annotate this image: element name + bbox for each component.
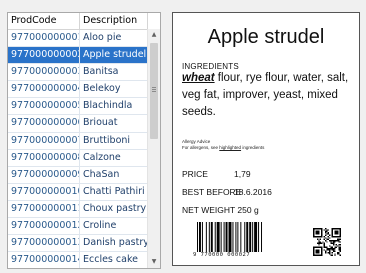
column-header-prodcode[interactable]: ProdCode xyxy=(8,13,80,29)
table-row[interactable]: 977000000002 Apple strudel xyxy=(8,47,148,65)
cell-prodcode[interactable]: 977000000003 xyxy=(8,64,80,81)
vertical-scrollbar[interactable]: ▲ ▼ xyxy=(147,29,160,268)
cell-prodcode[interactable]: 977000000001 xyxy=(8,30,80,47)
allergy-advice-text: For allergens, see highlighted ingredien… xyxy=(182,144,265,150)
cell-prodcode[interactable]: 977000000008 xyxy=(8,149,80,166)
best-before-row: BEST BEFORE 18.6.2016 xyxy=(182,187,272,197)
table-row[interactable]: 977000000011 Choux pastry xyxy=(8,200,148,219)
scroll-up-arrow-icon[interactable]: ▲ xyxy=(148,29,160,41)
cell-description[interactable]: Blachindla xyxy=(80,98,148,115)
table-row[interactable]: 977000000012 Croline xyxy=(8,218,148,236)
label-preview: Apple strudel INGREDIENTS wheat flour, r… xyxy=(172,12,360,266)
cell-prodcode[interactable]: 977000000009 xyxy=(8,166,80,183)
best-before-label: BEST BEFORE xyxy=(182,187,242,197)
scroll-down-arrow-icon[interactable]: ▼ xyxy=(148,256,160,268)
cell-prodcode[interactable]: 977000000005 xyxy=(8,98,80,115)
table-row[interactable]: 977000000013 Danish pastry xyxy=(8,235,148,253)
best-before-value: 18.6.2016 xyxy=(234,187,272,197)
cell-description[interactable]: Banitsa xyxy=(80,64,148,81)
scroll-thumb[interactable] xyxy=(150,43,158,139)
cell-prodcode[interactable]: 977000000013 xyxy=(8,235,80,252)
barcode-icon xyxy=(197,222,263,252)
table-row[interactable]: 977000000003 Banitsa xyxy=(8,64,148,82)
table-row[interactable]: 977000000009 ChaSan xyxy=(8,166,148,184)
table-row[interactable]: 977000000005 Blachindla xyxy=(8,98,148,116)
cell-description[interactable]: Apple strudel xyxy=(80,47,148,64)
qr-code-icon xyxy=(313,228,341,256)
table-row[interactable]: 977000000014 Eccles cake xyxy=(8,252,148,268)
allergen-highlight: wheat xyxy=(182,72,215,84)
cell-prodcode[interactable]: 977000000012 xyxy=(8,218,80,235)
table-row[interactable]: 977000000010 Chatti Pathiri xyxy=(8,183,148,201)
cell-prodcode[interactable]: 977000000014 xyxy=(8,252,80,268)
grip-icon xyxy=(152,87,156,92)
cell-description[interactable]: Bruttiboni xyxy=(80,132,148,149)
barcode-digits: 9 770000 000027 xyxy=(193,252,251,258)
cell-description[interactable]: Briouat xyxy=(80,115,148,132)
app-window: ProdCode Description 977000000001 Aloo pi… xyxy=(0,0,366,273)
grid-header: ProdCode Description xyxy=(8,13,160,30)
net-weight: NET WEIGHT 250 g xyxy=(182,205,259,215)
cell-prodcode[interactable]: 977000000007 xyxy=(8,132,80,149)
table-row[interactable]: 977000000006 Briouat xyxy=(8,115,148,133)
table-row[interactable]: 977000000007 Bruttiboni xyxy=(8,132,148,150)
cell-description[interactable]: ChaSan xyxy=(80,166,148,183)
cell-description[interactable]: Aloo pie xyxy=(80,30,148,47)
ingredients-text: wheat flour, rye flour, water, salt, veg… xyxy=(182,70,360,121)
column-header-description[interactable]: Description xyxy=(80,13,148,29)
cell-description[interactable]: Calzone xyxy=(80,149,148,166)
price-value: 1,79 xyxy=(234,169,251,179)
cell-description[interactable]: Belekoy xyxy=(80,81,148,98)
cell-description[interactable]: Chatti Pathiri xyxy=(80,183,148,200)
table-row[interactable]: 977000000004 Belekoy xyxy=(8,81,148,99)
cell-description[interactable]: Choux pastry xyxy=(80,200,148,218)
label-title: Apple strudel xyxy=(207,26,325,48)
cell-prodcode[interactable]: 977000000004 xyxy=(8,81,80,98)
price-row: PRICE 1,79 xyxy=(182,169,251,179)
cell-prodcode[interactable]: 977000000010 xyxy=(8,183,80,200)
table-row[interactable]: 977000000008 Calzone xyxy=(8,149,148,167)
table-row[interactable]: 977000000001 Aloo pie xyxy=(8,30,148,48)
price-label: PRICE xyxy=(182,169,208,179)
cell-description[interactable]: Croline xyxy=(80,218,148,235)
cell-description[interactable]: Eccles cake xyxy=(80,252,148,268)
allergy-advice: Allergy Advice For allergens, see highli… xyxy=(182,139,264,150)
cell-prodcode[interactable]: 977000000006 xyxy=(8,115,80,132)
cell-prodcode[interactable]: 977000000011 xyxy=(8,200,80,218)
product-grid[interactable]: ProdCode Description 977000000001 Aloo pi… xyxy=(7,12,161,269)
cell-prodcode[interactable]: 977000000002 xyxy=(8,47,80,64)
grid-body: 977000000001 Aloo pie 977000000002 Apple st… xyxy=(8,30,148,268)
cell-description[interactable]: Danish pastry xyxy=(80,235,148,252)
